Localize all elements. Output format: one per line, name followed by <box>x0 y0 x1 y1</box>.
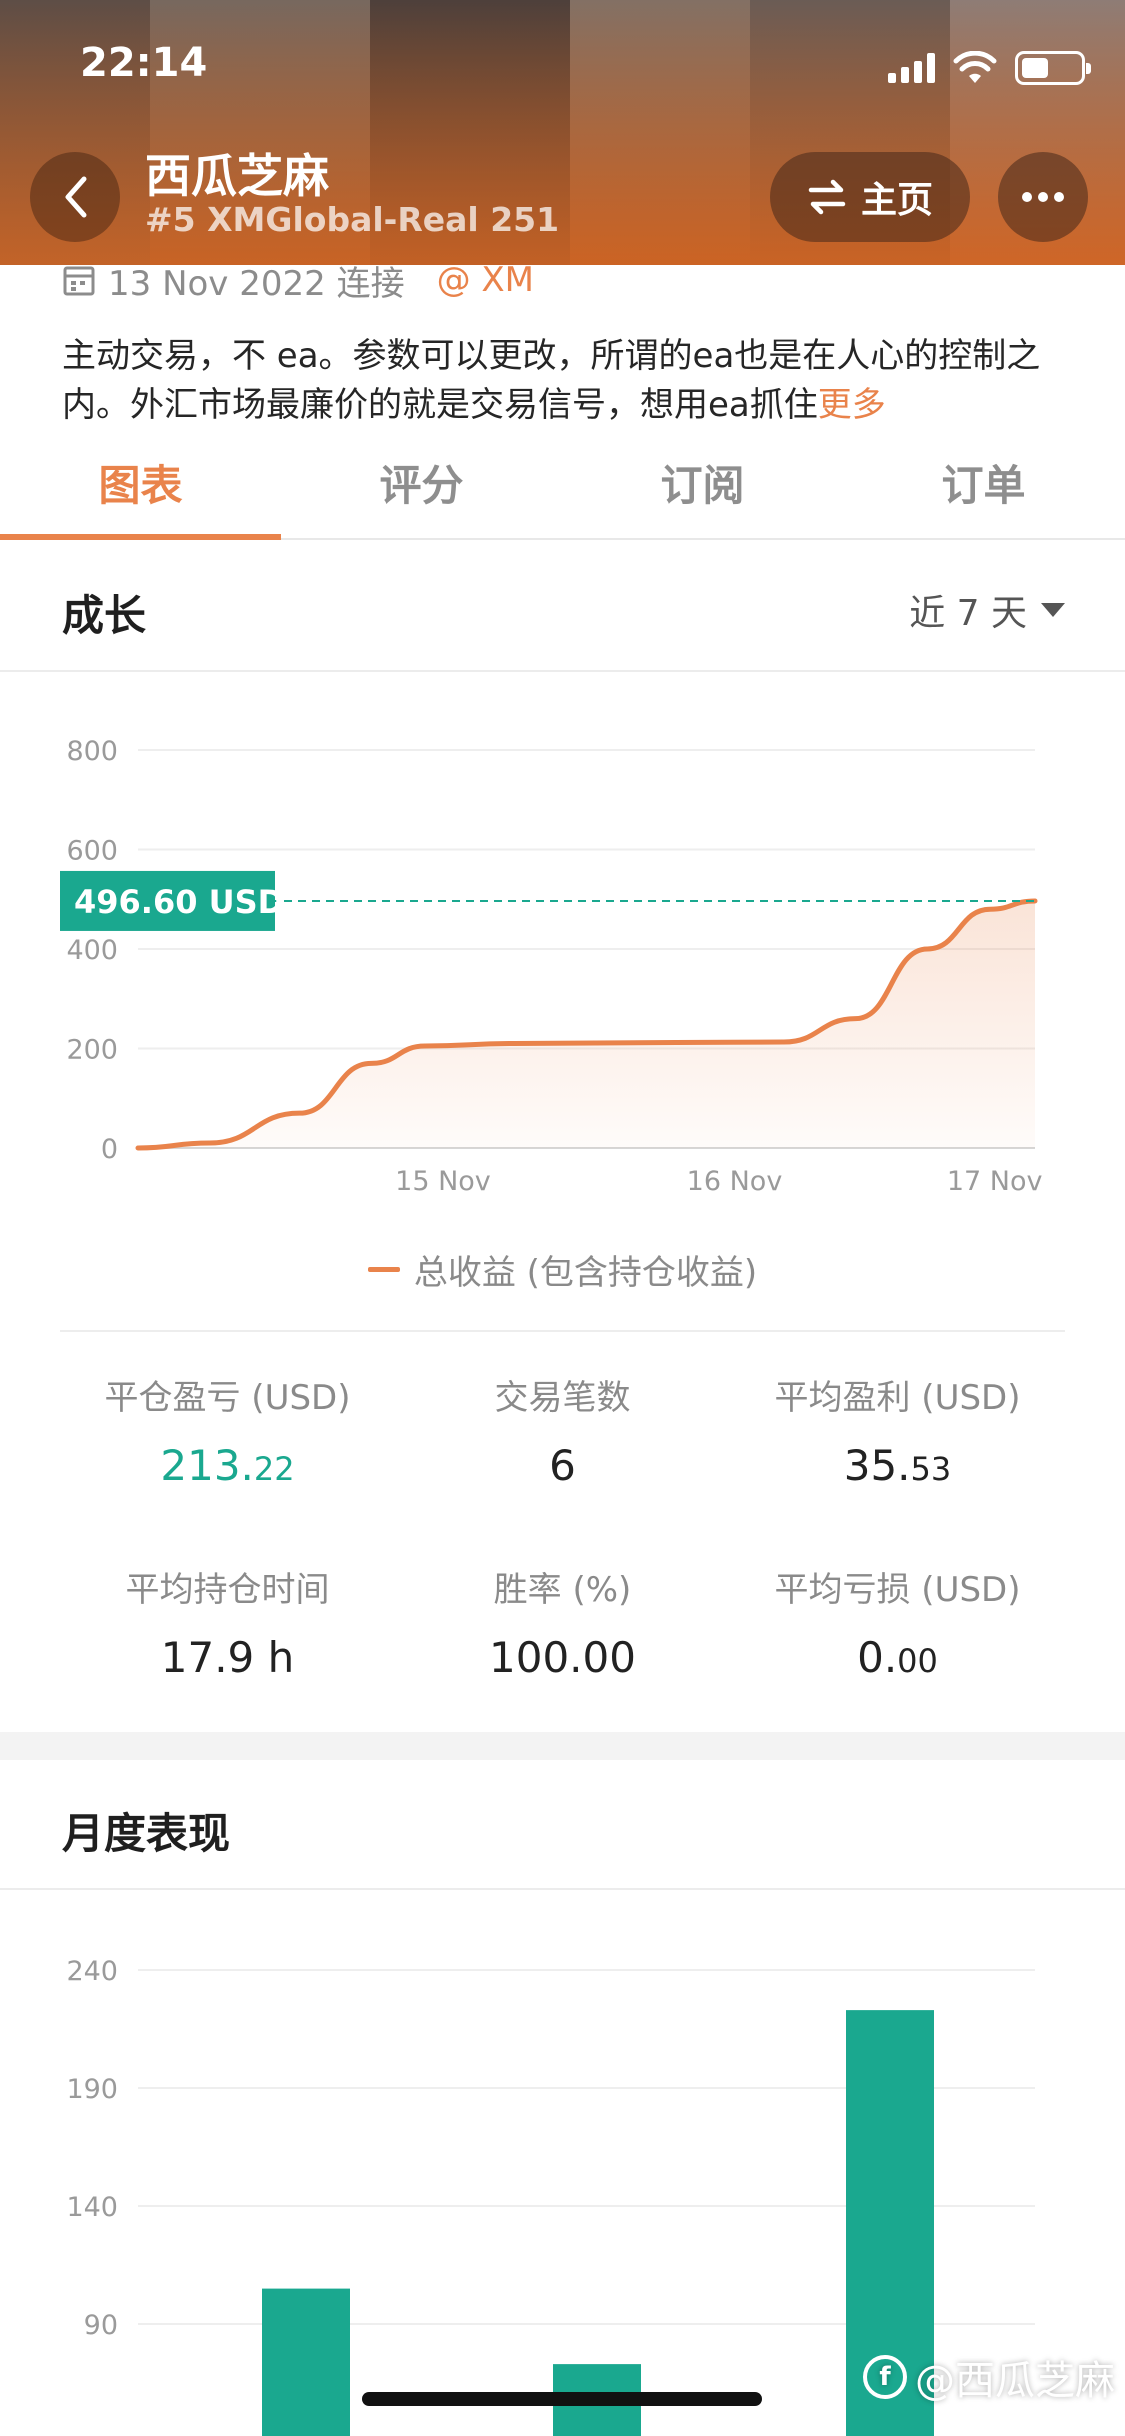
watermark-text: @西瓜芝麻 <box>915 2358 1115 2404</box>
account-meta: 13 Nov 2022 连接 @ XM <box>62 255 534 305</box>
stat-value: 17.9 h <box>160 1633 295 1682</box>
chevron-left-icon <box>65 176 87 218</box>
x-tick-label: 17 Nov <box>947 1166 1043 1197</box>
y-tick-label: 800 <box>66 736 118 767</box>
wifi-icon <box>953 51 997 83</box>
y-tick-label: 90 <box>84 2310 118 2341</box>
stat-closed-pnl: 平仓盈亏 (USD) 213.22 <box>40 1370 415 1490</box>
battery-icon <box>1015 51 1091 85</box>
x-tick-label: 15 Nov <box>395 1166 491 1197</box>
account-id: #5 XMGlobal-Real 251 <box>145 200 560 239</box>
swap-arrows-icon <box>808 179 846 215</box>
stat-trade-count: 交易笔数 6 <box>375 1370 750 1490</box>
stat-label: 平均持仓时间 <box>125 1570 330 1610</box>
growth-heading: 成长 <box>62 591 147 640</box>
stat-value: 35.53 <box>843 1441 952 1490</box>
monthly-bar <box>262 2288 350 2436</box>
stat-label: 胜率 (%) <box>493 1570 632 1610</box>
cellular-signal-icon <box>888 53 935 83</box>
ellipsis-icon <box>1022 192 1064 202</box>
status-time: 22:14 <box>80 40 208 86</box>
growth-chart: 0 200 400 600 800 15 Nov 16 Nov 17 Nov 496.60 U… <box>60 736 1043 1197</box>
platform-logo-icon: f <box>863 2355 907 2399</box>
tab-chart[interactable]: 图表 <box>0 440 281 540</box>
description-more-link[interactable]: 更多 <box>818 385 886 425</box>
stat-label: 平均亏损 (USD) <box>774 1570 1021 1610</box>
stat-label: 平仓盈亏 (USD) <box>104 1378 351 1418</box>
y-tick-label: 240 <box>66 1956 118 1987</box>
tab-orders[interactable]: 订单 <box>843 440 1124 538</box>
more-options-button[interactable] <box>998 152 1088 242</box>
y-tick-label: 600 <box>66 836 118 867</box>
back-button[interactable] <box>30 152 120 242</box>
home-button-label: 主页 <box>860 180 933 221</box>
strategy-description: 主动交易，不 ea。参数可以更改，所谓的ea也是在人心的控制之内。外汇市场最廉价… <box>62 332 1072 430</box>
stat-value: 6 <box>549 1441 576 1490</box>
stat-value: 213.22 <box>160 1441 295 1490</box>
legend-swatch <box>367 1267 400 1272</box>
tab-rating[interactable]: 评分 <box>281 440 562 538</box>
chart-legend: 总收益 (包含持仓收益) <box>0 1245 1125 1294</box>
monthly-heading: 月度表现 <box>62 1809 231 1858</box>
stat-win-rate: 胜率 (%) 100.00 <box>375 1562 750 1682</box>
home-button[interactable]: 主页 <box>770 152 970 242</box>
home-indicator <box>362 2392 762 2406</box>
stat-avg-profit: 平均盈利 (USD) 35.53 <box>710 1370 1085 1490</box>
broker-link[interactable]: @ XM <box>437 260 534 300</box>
growth-section-header: 成长 近 7 天 <box>0 542 1125 672</box>
time-range-label: 近 7 天 <box>909 593 1027 634</box>
stat-value: 100.00 <box>489 1633 636 1682</box>
section-separator <box>0 1732 1125 1760</box>
status-icons <box>888 48 1091 88</box>
growth-area <box>138 900 1035 1148</box>
monthly-section-header: 月度表现 <box>0 1760 1125 1890</box>
y-tick-label: 200 <box>66 1035 118 1066</box>
tab-bar: 图表 评分 订阅 订单 <box>0 440 1125 540</box>
caret-down-icon <box>1041 603 1065 617</box>
divider <box>60 1330 1065 1332</box>
legend-label: 总收益 (包含持仓收益) <box>413 1253 758 1293</box>
profile-header: 22:14 西瓜芝麻 #5 XMGlobal-Real 251 主页 <box>0 0 1125 265</box>
y-tick-label: 140 <box>66 2192 118 2223</box>
y-tick-label: 0 <box>101 1134 118 1165</box>
tab-subscribe[interactable]: 订阅 <box>562 440 843 538</box>
calendar-icon <box>63 266 95 296</box>
time-range-selector[interactable]: 近 7 天 <box>909 584 1065 636</box>
x-tick-label: 16 Nov <box>687 1166 783 1197</box>
connect-date: 13 Nov 2022 连接 <box>108 263 405 304</box>
stat-value: 0.00 <box>857 1633 938 1682</box>
y-tick-label: 190 <box>66 2074 118 2105</box>
watermark: f @西瓜芝麻 <box>863 2348 1115 2406</box>
y-tick-label: 400 <box>66 935 118 966</box>
description-text: 主动交易，不 ea。参数可以更改，所谓的ea也是在人心的控制之内。外汇市场最廉价… <box>62 336 1041 425</box>
current-value-label: 496.60 USD <box>74 883 284 921</box>
stat-label: 平均盈利 (USD) <box>774 1378 1021 1418</box>
stat-avg-hold-time: 平均持仓时间 17.9 h <box>40 1562 415 1682</box>
trader-name: 西瓜芝麻 <box>145 149 329 203</box>
stat-label: 交易笔数 <box>494 1378 631 1418</box>
stat-avg-loss: 平均亏损 (USD) 0.00 <box>710 1562 1085 1682</box>
